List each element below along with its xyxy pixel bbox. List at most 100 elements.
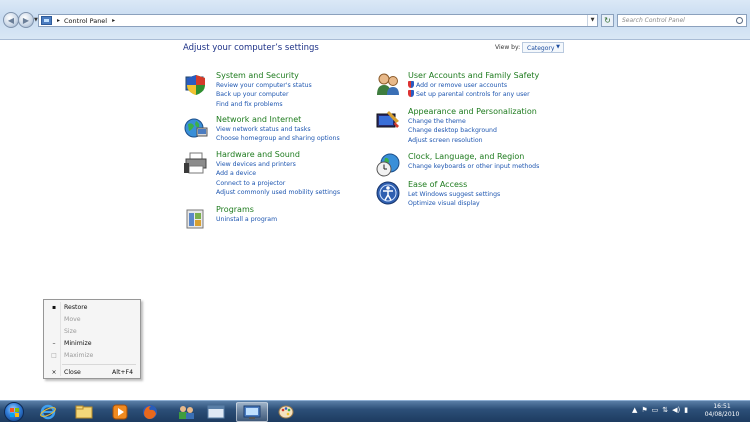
link-with-shield[interactable]: Add or remove user accounts: [408, 81, 530, 90]
link-with-shield[interactable]: Set up parental controls for any user: [408, 90, 530, 99]
breadcrumb-chevron-icon[interactable]: ▸: [112, 17, 115, 24]
link[interactable]: Review your computer's status: [216, 81, 312, 90]
folder-icon: [75, 405, 93, 419]
link[interactable]: Back up your computer: [216, 90, 312, 99]
taskbar-window-switcher[interactable]: [200, 402, 232, 422]
media-player-icon: [112, 404, 128, 420]
clock-globe-icon[interactable]: [375, 152, 401, 178]
volume-icon[interactable]: ◀): [672, 406, 680, 414]
view-by-select[interactable]: Category ▼: [522, 42, 564, 53]
action-center-flag-icon[interactable]: ⚑: [641, 406, 647, 414]
menu-label: Maximize: [64, 352, 94, 359]
link[interactable]: Adjust screen resolution: [408, 136, 497, 145]
display-brush-icon[interactable]: [375, 107, 401, 133]
breadcrumb-chevron-icon[interactable]: ▸: [57, 17, 60, 24]
refresh-button[interactable]: ↻: [601, 14, 614, 27]
users-icon[interactable]: [375, 71, 401, 97]
close-icon: ×: [51, 369, 57, 376]
minimize-icon: –: [52, 340, 56, 347]
address-dropdown-icon[interactable]: ▼: [587, 15, 597, 26]
link[interactable]: Uninstall a program: [216, 215, 277, 224]
menu-label: Close: [64, 369, 81, 376]
taskbar-explorer[interactable]: [68, 402, 100, 422]
menu-label: Minimize: [64, 340, 92, 347]
link[interactable]: Change keyboards or other input methods: [408, 162, 539, 171]
taskbar-paint[interactable]: [270, 402, 302, 422]
taskbar-internet-explorer[interactable]: [32, 402, 64, 422]
link[interactable]: View network status and tasks: [216, 125, 340, 134]
taskbar-control-panel[interactable]: [236, 402, 268, 422]
ease-of-access-icon[interactable]: [375, 180, 401, 206]
chevron-down-icon: ▼: [556, 44, 560, 50]
address-field[interactable]: ▸ Control Panel ▸ ▼: [38, 14, 598, 27]
link[interactable]: Let Windows suggest settings: [408, 190, 500, 199]
show-hidden-icons-icon[interactable]: ▲: [632, 406, 637, 414]
link[interactable]: Choose homegroup and sharing options: [216, 134, 340, 143]
taskbar-media-player[interactable]: [104, 402, 136, 422]
category-title[interactable]: Ease of Access: [408, 180, 467, 189]
internet-explorer-icon: [40, 404, 56, 420]
start-button[interactable]: [4, 402, 24, 422]
window-system-menu: ▪ Restore Move Size – Minimize □ Maximiz…: [43, 299, 141, 379]
users-network-icon: [179, 406, 194, 419]
link[interactable]: Change the theme: [408, 117, 497, 126]
firefox-icon: [143, 405, 157, 419]
search-input[interactable]: Search Control Panel: [617, 14, 747, 27]
menu-item-size: Size: [46, 326, 138, 337]
restore-icon: ▪: [51, 304, 57, 311]
paint-palette-icon: [278, 405, 294, 419]
menu-label: Move: [64, 316, 81, 323]
system-tray: ▲ ⚑ ▭ ⇅ ◀) ▮: [632, 406, 688, 414]
clock-date: 04/08/2010: [704, 411, 740, 418]
shield-monitor-icon[interactable]: [183, 71, 209, 97]
search-placeholder: Search Control Panel: [622, 17, 685, 24]
display-icon[interactable]: ▭: [652, 406, 659, 414]
menu-shortcut: Alt+F4: [112, 369, 134, 376]
control-panel-icon: [41, 16, 52, 25]
uac-shield-icon: [408, 90, 414, 98]
tray-app-icon[interactable]: ▮: [684, 406, 688, 414]
menu-item-restore[interactable]: ▪ Restore: [46, 302, 138, 313]
link[interactable]: Add a device: [216, 169, 340, 178]
category-title[interactable]: Appearance and Personalization: [408, 107, 537, 116]
link[interactable]: Change desktop background: [408, 126, 497, 135]
link-label: Set up parental controls for any user: [416, 91, 530, 99]
search-icon[interactable]: [736, 17, 743, 24]
programs-icon[interactable]: [183, 205, 209, 231]
forward-button[interactable]: ▶: [18, 12, 34, 28]
link[interactable]: Optimize visual display: [408, 199, 500, 208]
category-title[interactable]: Network and Internet: [216, 115, 301, 124]
link[interactable]: Find and fix problems: [216, 100, 312, 109]
network-icon[interactable]: ⇅: [662, 406, 668, 414]
category-title[interactable]: System and Security: [216, 71, 299, 80]
uac-shield-icon: [408, 81, 414, 88]
taskbar-network[interactable]: [170, 402, 202, 422]
printer-icon[interactable]: [183, 150, 209, 176]
breadcrumb-control-panel[interactable]: Control Panel: [64, 17, 107, 25]
category-title[interactable]: User Accounts and Family Safety: [408, 71, 539, 80]
link[interactable]: Adjust commonly used mobility settings: [216, 188, 340, 197]
back-button[interactable]: ◀: [3, 12, 19, 28]
maximize-icon: □: [51, 352, 57, 359]
menu-item-close[interactable]: × Close Alt+F4: [46, 367, 138, 378]
network-globe-icon[interactable]: [183, 115, 209, 141]
link[interactable]: Connect to a projector: [216, 179, 340, 188]
control-panel-icon: [243, 405, 261, 419]
windows-logo-icon: [9, 407, 19, 417]
taskbar: ▲ ⚑ ▭ ⇅ ◀) ▮ 16:51 04/08/2010: [0, 400, 750, 422]
category-title[interactable]: Hardware and Sound: [216, 150, 300, 159]
windows-icon: [207, 405, 225, 419]
menu-label: Restore: [64, 304, 88, 311]
category-title[interactable]: Clock, Language, and Region: [408, 152, 524, 161]
category-title[interactable]: Programs: [216, 205, 254, 214]
menu-label: Size: [64, 328, 77, 335]
menu-separator: [62, 364, 136, 365]
taskbar-clock[interactable]: 16:51 04/08/2010: [698, 403, 746, 419]
address-bar: ◀ ▶ ▼ ▸ Control Panel ▸ ▼ ↻ Search Contr…: [0, 0, 750, 40]
view-by-label: View by:: [495, 44, 521, 51]
menu-item-minimize[interactable]: – Minimize: [46, 338, 138, 349]
menu-item-move: Move: [46, 314, 138, 325]
link[interactable]: View devices and printers: [216, 160, 340, 169]
menu-item-maximize: □ Maximize: [46, 350, 138, 361]
taskbar-firefox[interactable]: [134, 402, 166, 422]
